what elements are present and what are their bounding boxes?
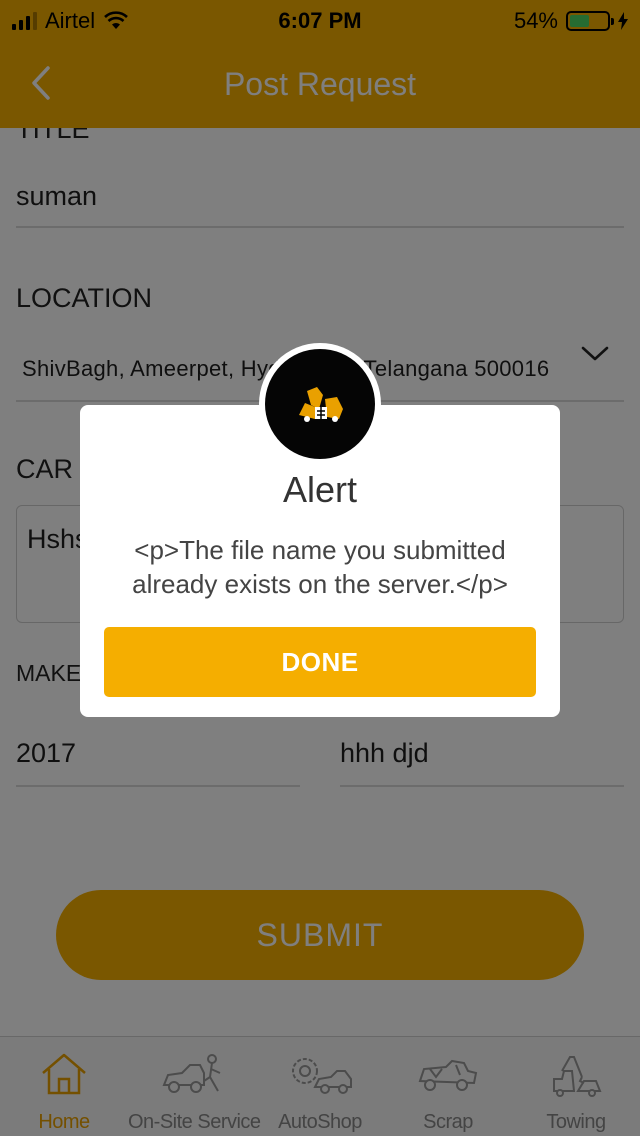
alert-title: Alert bbox=[282, 469, 358, 510]
alert-logo bbox=[259, 343, 381, 465]
alert-message: <p>The file name you submitted already e… bbox=[132, 535, 508, 599]
app-logo-icon bbox=[299, 387, 343, 422]
done-button[interactable]: DONE bbox=[104, 627, 536, 697]
